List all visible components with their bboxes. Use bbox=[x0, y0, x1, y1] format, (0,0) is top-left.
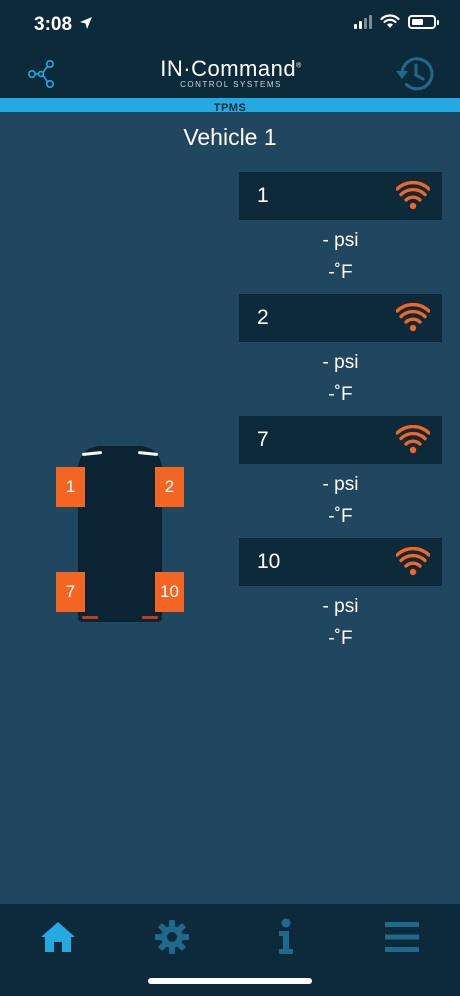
location-arrow-icon bbox=[80, 17, 92, 29]
sensor-pressure: - psi bbox=[322, 596, 359, 617]
tire-position-10[interactable]: 10 bbox=[155, 572, 184, 612]
taillight-right bbox=[142, 616, 158, 619]
vehicle-diagram bbox=[78, 446, 162, 622]
battery-icon bbox=[408, 14, 439, 29]
vehicle-title: Vehicle 1 bbox=[183, 124, 277, 150]
tpms-section-bar: TPMS bbox=[0, 98, 460, 114]
sensor-id: 7 bbox=[257, 428, 269, 451]
sensor-card[interactable]: 1 bbox=[239, 172, 442, 220]
taillight-left bbox=[82, 616, 98, 619]
info-icon bbox=[279, 918, 293, 954]
home-indicator[interactable] bbox=[148, 978, 312, 984]
sensor-temperature: -˚F bbox=[328, 262, 353, 283]
network-icon[interactable] bbox=[26, 58, 58, 90]
app-header: 3:08 IN·Command® CONTROL SYSTEMS bbox=[0, 0, 460, 98]
sensor-id: 2 bbox=[257, 306, 269, 329]
status-icons bbox=[354, 14, 439, 29]
wifi-signal-icon bbox=[396, 303, 430, 332]
cellular-signal-icon bbox=[354, 14, 372, 29]
tire-position-1[interactable]: 1 bbox=[56, 467, 85, 507]
sensor-temperature: -˚F bbox=[328, 384, 353, 405]
status-time: 3:08 bbox=[34, 14, 73, 35]
sensor-pressure: - psi bbox=[322, 230, 359, 251]
home-icon bbox=[41, 922, 75, 952]
nav-home-button[interactable] bbox=[28, 912, 88, 962]
nav-info-button[interactable] bbox=[256, 912, 316, 962]
menu-icon bbox=[385, 922, 419, 952]
brand-logo: IN·Command® CONTROL SYSTEMS bbox=[146, 56, 316, 89]
sensor-id: 10 bbox=[257, 550, 281, 573]
wifi-signal-icon bbox=[396, 425, 430, 454]
history-icon[interactable] bbox=[394, 54, 436, 94]
tire-position-7[interactable]: 7 bbox=[56, 572, 85, 612]
sensor-temperature: -˚F bbox=[328, 628, 353, 649]
sensor-card[interactable]: 2 bbox=[239, 294, 442, 342]
sensor-card[interactable]: 7 bbox=[239, 416, 442, 464]
nav-menu-button[interactable] bbox=[372, 912, 432, 962]
sensor-pressure: - psi bbox=[322, 352, 359, 373]
sensor-id: 1 bbox=[257, 184, 269, 207]
sensor-pressure: - psi bbox=[322, 474, 359, 495]
settings-gear-icon bbox=[155, 920, 189, 954]
wifi-icon bbox=[380, 14, 400, 28]
wifi-signal-icon bbox=[396, 547, 430, 576]
sensor-card[interactable]: 10 bbox=[239, 538, 442, 586]
headlight-right bbox=[137, 450, 159, 457]
brand-logo-main: IN·Command® bbox=[160, 56, 302, 81]
tpms-label: TPMS bbox=[213, 102, 247, 114]
nav-settings-button[interactable] bbox=[142, 912, 202, 962]
headlight-left bbox=[81, 450, 103, 457]
wifi-signal-icon bbox=[396, 181, 430, 210]
sensor-temperature: -˚F bbox=[328, 506, 353, 527]
tire-position-2[interactable]: 2 bbox=[155, 467, 184, 507]
